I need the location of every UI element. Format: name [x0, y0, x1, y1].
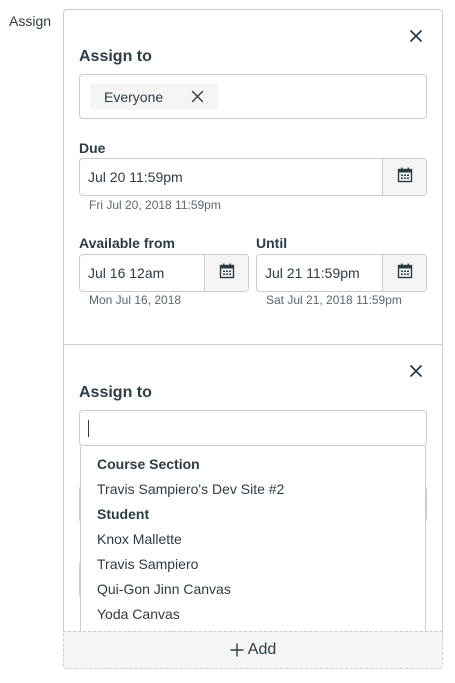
due-date-field — [79, 158, 427, 196]
dropdown-option[interactable]: Qui-Gon Jinn Canvas — [97, 581, 231, 597]
assignee-token: Everyone — [90, 83, 218, 110]
available-from-input[interactable] — [80, 255, 204, 291]
available-from-calendar-button[interactable] — [204, 255, 248, 291]
due-date-input[interactable] — [80, 159, 380, 195]
due-date-hint: Fri Jul 20, 2018 11:59pm — [89, 198, 221, 212]
assign-to-heading: Assign to — [79, 48, 152, 65]
remove-card-close-icon[interactable] — [409, 29, 425, 45]
plus-icon — [230, 643, 244, 657]
assign-to-heading: Assign to — [79, 384, 152, 401]
assign-to-field[interactable]: Everyone — [79, 74, 427, 119]
card-divider — [64, 344, 442, 345]
remove-card-close-icon[interactable] — [409, 364, 425, 380]
due-label: Due — [79, 140, 106, 156]
assignee-token-label: Everyone — [104, 88, 164, 105]
dropdown-option[interactable]: Travis Sampiero's Dev Site #2 — [97, 481, 284, 497]
assign-to-dropdown: Course Section Travis Sampiero's Dev Sit… — [80, 446, 426, 632]
until-calendar-button[interactable] — [382, 255, 426, 291]
calendar-icon — [397, 167, 413, 188]
calendar-icon — [219, 263, 235, 284]
dropdown-group-label: Course Section — [97, 456, 200, 472]
dropdown-option[interactable]: Yoda Canvas — [97, 606, 180, 622]
calendar-icon — [397, 263, 413, 284]
assign-to-search-input[interactable] — [79, 410, 427, 446]
add-label: Add — [247, 641, 277, 658]
available-from-label: Available from — [79, 235, 175, 251]
remove-token-icon[interactable] — [191, 90, 204, 103]
until-field — [256, 254, 427, 292]
until-hint: Sat Jul 21, 2018 11:59pm — [266, 293, 402, 307]
text-cursor — [88, 420, 89, 437]
available-from-hint: Mon Jul 16, 2018 — [89, 293, 182, 307]
available-from-field — [79, 254, 249, 292]
dropdown-group-label: Student — [97, 506, 150, 522]
until-input[interactable] — [257, 255, 382, 291]
assign-panel: Assign to Everyone Due Fri Jul 20, 2018 … — [63, 9, 443, 632]
due-calendar-button[interactable] — [382, 159, 426, 195]
add-assignment-button[interactable]: Add — [63, 631, 443, 669]
dropdown-option[interactable]: Knox Mallette — [97, 531, 182, 547]
assign-section-label: Assign — [9, 13, 52, 29]
until-label: Until — [256, 235, 288, 251]
dropdown-option[interactable]: Travis Sampiero — [97, 556, 198, 572]
